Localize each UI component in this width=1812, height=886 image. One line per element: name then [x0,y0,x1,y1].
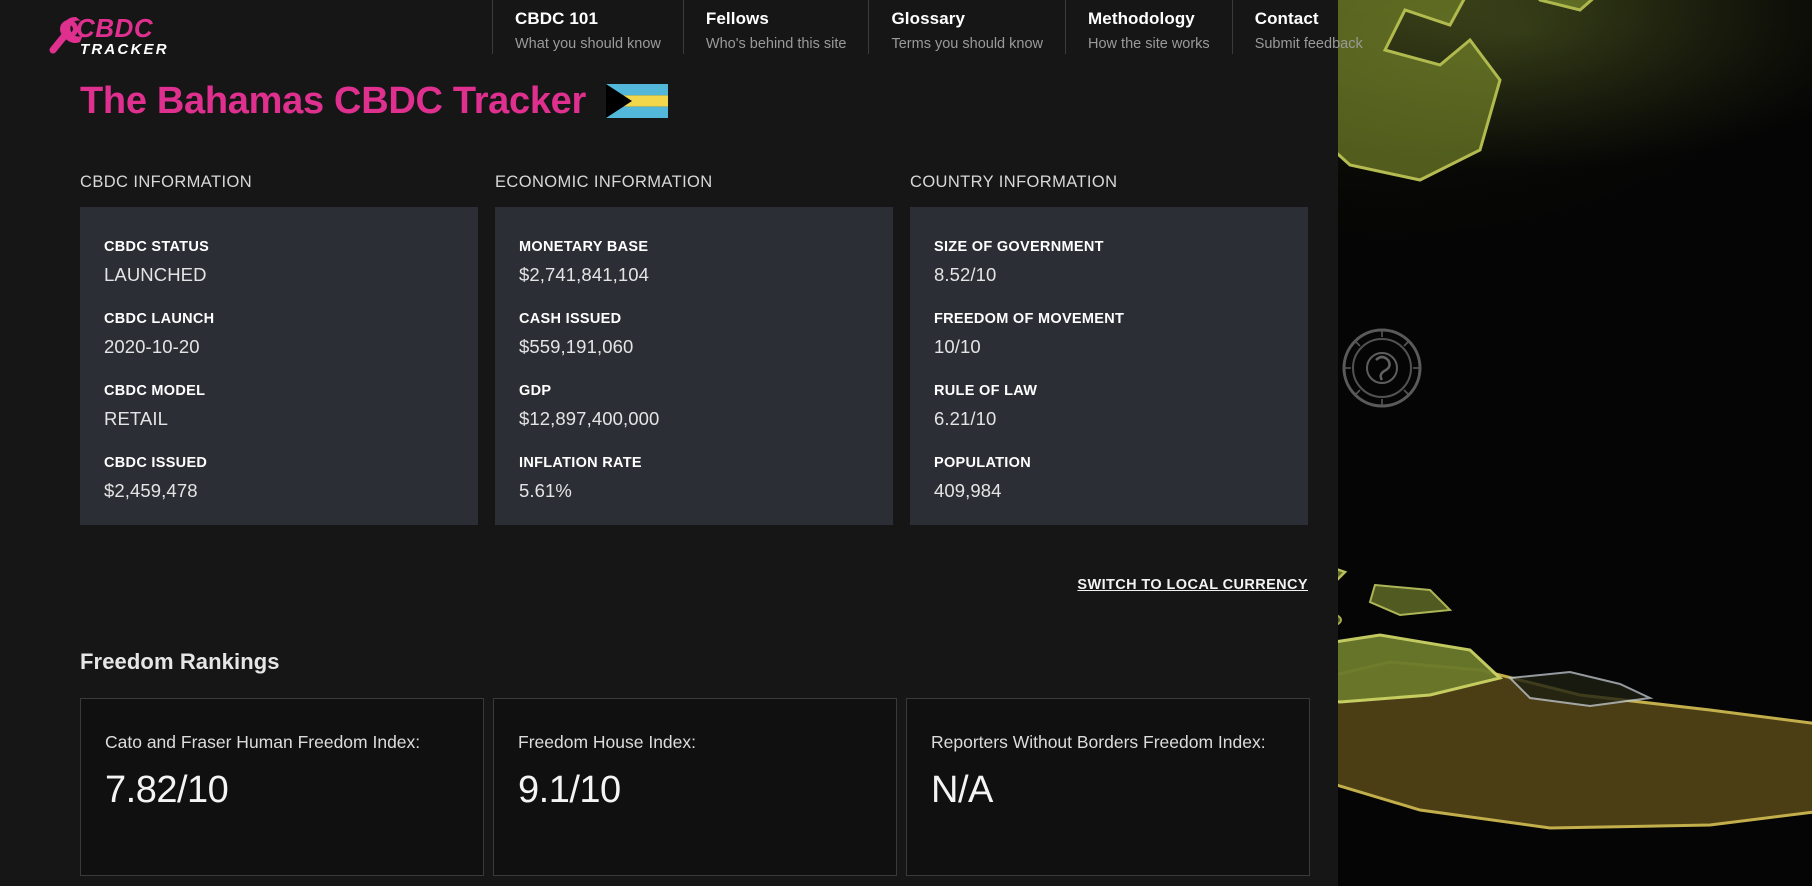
field-value: 6.21/10 [934,408,997,429]
field-label: INFLATION RATE [519,455,642,471]
field-value: $2,459,478 [104,480,198,501]
field-value: $12,897,400,000 [519,408,660,429]
freedom-card-value: 9.1/10 [518,769,621,811]
nav-item-methodology[interactable]: Methodology How the site works [1065,0,1232,54]
field-label: CBDC LAUNCH [104,311,215,327]
field-cbdc-issued: CBDC ISSUED $2,459,478 [104,453,478,503]
field-value: LAUNCHED [104,264,207,285]
information-grid: CBDC INFORMATION CBDC STATUS LAUNCHED CB… [80,172,1308,525]
field-label: POPULATION [934,455,1031,471]
field-value: 2020-10-20 [104,336,200,357]
nav-item-fellows[interactable]: Fellows Who's behind this site [682,0,869,54]
svg-text:CBDC: CBDC [76,13,154,43]
field-label: CBDC STATUS [104,239,210,255]
nav-item-title: Fellows [705,9,769,28]
column-economic-information: ECONOMIC INFORMATION MONETARY BASE $2,74… [495,172,893,525]
field-cbdc-status: CBDC STATUS LAUNCHED [104,237,478,287]
nav-item-glossary[interactable]: Glossary Terms you should know [868,0,1065,54]
freedom-card-value: 7.82/10 [105,769,229,811]
nav-item-title: Contact [1254,9,1319,28]
column-heading: CBDC INFORMATION [80,173,253,191]
field-label: SIZE OF GOVERNMENT [934,239,1104,255]
field-cash-issued: CASH ISSUED $559,191,060 [519,309,893,359]
field-label: RULE OF LAW [934,383,1038,399]
site-logo[interactable]: CBDC TRACKER [42,12,222,58]
column-cbdc-information: CBDC INFORMATION CBDC STATUS LAUNCHED CB… [80,172,478,525]
field-value: RETAIL [104,408,168,429]
country-information-card: SIZE OF GOVERNMENT 8.52/10 FREEDOM OF MO… [910,207,1308,525]
field-value: 5.61% [519,480,572,501]
main-navigation: CBDC 101 What you should know Fellows Wh… [492,0,1385,62]
freedom-rankings-cards: Cato and Fraser Human Freedom Index: 7.8… [80,698,1310,876]
switch-to-local-currency-link[interactable]: SWITCH TO LOCAL CURRENCY [1077,577,1308,593]
field-value: $559,191,060 [519,336,634,357]
field-size-of-government: SIZE OF GOVERNMENT 8.52/10 [934,237,1308,287]
field-label: MONETARY BASE [519,239,649,255]
nav-item-subtitle: Terms you should know [891,36,1043,52]
freedom-rankings-heading: Freedom Rankings [80,649,280,674]
field-freedom-of-movement: FREEDOM OF MOVEMENT 10/10 [934,309,1308,359]
freedom-card-freedom-house: Freedom House Index: 9.1/10 [493,698,897,876]
nav-item-subtitle: What you should know [515,36,661,52]
nav-item-title: CBDC 101 [515,9,598,28]
page-title-row: The Bahamas CBDC Tracker [80,78,669,124]
field-value: 409,984 [934,480,1002,501]
field-label: CBDC MODEL [104,383,206,399]
field-value: $2,741,841,104 [519,264,649,285]
column-heading: ECONOMIC INFORMATION [495,173,713,191]
freedom-card-label: Reporters Without Borders Freedom Index: [931,732,1266,752]
field-gdp: GDP $12,897,400,000 [519,381,893,431]
economic-information-card: MONETARY BASE $2,741,841,104 CASH ISSUED… [495,207,893,525]
svg-text:TRACKER: TRACKER [80,41,169,58]
field-monetary-base: MONETARY BASE $2,741,841,104 [519,237,893,287]
freedom-rankings-section: Freedom Rankings Cato and Fraser Human F… [80,648,1310,876]
freedom-card-label: Cato and Fraser Human Freedom Index: [105,732,421,752]
column-country-information: COUNTRY INFORMATION SIZE OF GOVERNMENT 8… [910,172,1308,525]
page-title: The Bahamas CBDC Tracker [80,80,587,122]
site-header: CBDC TRACKER CBDC 101 What you should kn… [0,0,1812,68]
nav-item-contact[interactable]: Contact Submit feedback [1231,0,1385,54]
freedom-card-value: N/A [931,769,993,811]
freedom-card-label: Freedom House Index: [518,732,697,752]
field-population: POPULATION 409,984 [934,453,1308,503]
magnifying-glass-icon: CBDC TRACKER [49,13,169,58]
column-heading: COUNTRY INFORMATION [910,173,1118,191]
field-label: FREEDOM OF MOVEMENT [934,311,1125,327]
nav-item-title: Methodology [1088,9,1195,28]
field-cbdc-launch: CBDC LAUNCH 2020-10-20 [104,309,478,359]
field-rule-of-law: RULE OF LAW 6.21/10 [934,381,1308,431]
nav-item-cbdc-101[interactable]: CBDC 101 What you should know [492,0,683,54]
nav-item-subtitle: Submit feedback [1254,36,1363,52]
nav-item-subtitle: How the site works [1088,36,1210,52]
freedom-card-cato-fraser: Cato and Fraser Human Freedom Index: 7.8… [80,698,484,876]
field-label: GDP [519,383,552,399]
field-value: 10/10 [934,336,981,357]
field-value: 8.52/10 [934,264,997,285]
nav-item-subtitle: Who's behind this site [705,36,847,52]
field-inflation-rate: INFLATION RATE 5.61% [519,453,893,503]
switch-currency-row: SWITCH TO LOCAL CURRENCY [80,576,1308,594]
freedom-card-reporters-without-borders: Reporters Without Borders Freedom Index:… [906,698,1310,876]
field-cbdc-model: CBDC MODEL RETAIL [104,381,478,431]
field-label: CASH ISSUED [519,311,622,327]
nav-item-title: Glossary [891,9,966,28]
field-label: CBDC ISSUED [104,455,208,471]
bahamas-flag-icon [606,84,669,118]
cbdc-information-card: CBDC STATUS LAUNCHED CBDC LAUNCH 2020-10… [80,207,478,525]
